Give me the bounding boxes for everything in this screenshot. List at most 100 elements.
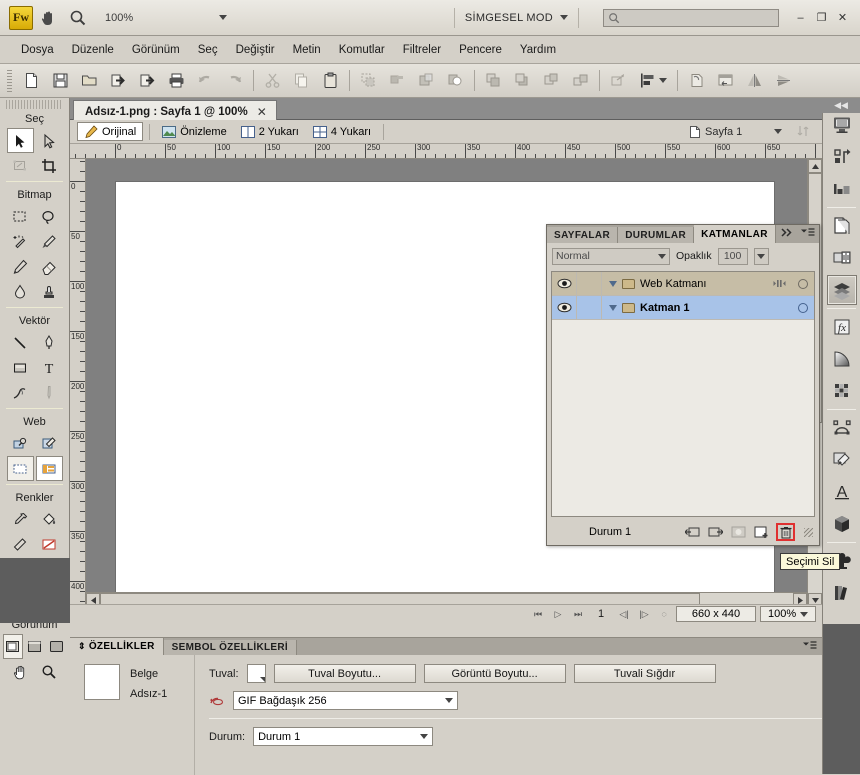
layer-lock-toggle[interactable] (577, 272, 602, 295)
auto-shapes-icon[interactable] (827, 445, 857, 475)
iconic-mode-button[interactable]: SİMGESEL MOD (465, 12, 568, 24)
union-icon[interactable] (354, 68, 383, 94)
first-frame-button[interactable]: ⏮ (530, 607, 546, 622)
tab-original[interactable]: Orijinal (77, 122, 144, 141)
align-icon[interactable] (633, 68, 673, 94)
toolbar-grip[interactable] (7, 69, 12, 92)
ungroup-icon[interactable] (566, 68, 595, 94)
delete-selection-icon[interactable] (776, 523, 795, 541)
new-layer-icon[interactable] (753, 525, 770, 540)
new-bitmap-image-icon[interactable] (707, 525, 724, 540)
paint-bucket-tool[interactable] (36, 507, 63, 532)
search-input[interactable] (603, 8, 779, 27)
canvas-size-button[interactable]: Tuval Boyutu... (273, 664, 416, 683)
distribute-icon[interactable] (711, 68, 740, 94)
expand-triangle-icon[interactable] (609, 280, 617, 287)
panel-resize-handle[interactable] (804, 527, 813, 537)
paste-icon[interactable] (316, 68, 345, 94)
pen-tool[interactable] (36, 330, 63, 355)
crop-tool[interactable] (36, 153, 63, 178)
document-library-icon[interactable] (827, 174, 857, 204)
rotate-icon[interactable] (682, 68, 711, 94)
layer-visibility-toggle[interactable] (552, 272, 577, 295)
close-icon[interactable]: ✕ (257, 105, 267, 119)
styles-panel-icon[interactable]: fx (827, 312, 857, 342)
join-icon[interactable] (604, 68, 633, 94)
loop-button[interactable]: ◌ (656, 607, 672, 622)
menu-item-sec[interactable]: Seç (189, 41, 227, 59)
menu-item-dosya[interactable]: Dosya (12, 41, 63, 59)
panel-menu-icon[interactable] (803, 641, 817, 653)
layer-select-circle[interactable] (792, 278, 814, 289)
layers-panel-icon[interactable] (827, 275, 857, 305)
eraser-tool[interactable] (36, 254, 63, 279)
lasso-tool[interactable] (36, 204, 63, 229)
magic-wand-tool[interactable] (7, 229, 34, 254)
prev-frame-button[interactable]: ◁| (616, 607, 632, 622)
image-size-button[interactable]: Görüntü Boyutu... (423, 664, 566, 683)
layer-lock-toggle[interactable] (577, 296, 602, 319)
standard-screen-icon[interactable] (2, 634, 23, 659)
tools-panel-grip[interactable] (6, 100, 63, 109)
new-sub-layer-icon[interactable] (684, 525, 701, 540)
full-screen-menu-icon[interactable] (25, 634, 45, 659)
pointer-tool[interactable] (6, 128, 34, 153)
align-panel-icon[interactable] (827, 142, 857, 172)
gradient-panel-icon[interactable] (827, 344, 857, 374)
flip-vertical-icon[interactable] (769, 68, 798, 94)
open-icon[interactable] (75, 68, 104, 94)
stroke-color-tool[interactable] (7, 532, 34, 557)
slice-tool[interactable] (36, 431, 63, 456)
import-icon[interactable] (104, 68, 133, 94)
knife-tool[interactable] (36, 380, 63, 405)
send-back-icon[interactable] (508, 68, 537, 94)
bring-front-icon[interactable] (479, 68, 508, 94)
brush-tool[interactable] (36, 229, 63, 254)
group-icon[interactable] (537, 68, 566, 94)
print-icon[interactable] (162, 68, 191, 94)
fit-canvas-button[interactable]: Tuvali Sığdır (573, 664, 716, 683)
tab-ozellikler[interactable]: ⇕ ÖZELLİKLER (70, 638, 164, 655)
document-tab[interactable]: Adsız-1.png : Sayfa 1 @ 100% ✕ (73, 100, 277, 120)
crop-icon[interactable] (441, 68, 470, 94)
state-select[interactable]: Durum 1 (253, 727, 434, 746)
rectangle-tool[interactable] (7, 355, 34, 380)
save-icon[interactable] (46, 68, 75, 94)
scroll-up-button[interactable] (808, 159, 822, 173)
tab-2up[interactable]: 2 Yukarı (235, 122, 305, 141)
last-frame-button[interactable]: ⏭ (570, 607, 586, 622)
hide-slices-tool[interactable] (6, 456, 34, 481)
maximize-button[interactable]: ❐ (812, 9, 831, 26)
zoom-selector[interactable]: 100% (760, 606, 816, 622)
fill-color-tool[interactable] (36, 532, 63, 557)
expand-triangle-icon[interactable] (609, 304, 617, 311)
menu-item-pencere[interactable]: Pencere (450, 41, 511, 59)
flip-horizontal-icon[interactable] (740, 68, 769, 94)
table-row[interactable]: Katman 1 (552, 296, 814, 320)
swatches-panel-icon[interactable] (827, 376, 857, 406)
chevrons-right-icon[interactable] (781, 228, 793, 240)
dock-collapse-button[interactable]: ◀◀ (822, 98, 860, 113)
show-slices-tool[interactable] (35, 456, 63, 481)
export-icon[interactable] (133, 68, 162, 94)
blur-tool[interactable] (7, 279, 34, 304)
intersect-icon[interactable] (383, 68, 412, 94)
play-button[interactable]: ▷ (550, 607, 566, 622)
redo-icon[interactable] (220, 68, 249, 94)
pencil-tool[interactable] (7, 254, 34, 279)
menu-item-yardim[interactable]: Yardım (511, 41, 565, 59)
add-mask-icon[interactable] (730, 525, 747, 540)
page-up-down-icon[interactable] (796, 124, 814, 141)
menu-item-komutlar[interactable]: Komutlar (330, 41, 394, 59)
text-panel-icon[interactable]: A (827, 477, 857, 507)
line-tool[interactable] (7, 330, 34, 355)
table-row[interactable]: Web Katmanı (552, 272, 814, 296)
next-frame-button[interactable]: |▷ (636, 607, 652, 622)
page-selector[interactable]: Sayfa 1 (686, 122, 786, 141)
subselect-tool[interactable] (36, 128, 63, 153)
opacity-slider-button[interactable] (753, 247, 769, 265)
menu-item-gorunum[interactable]: Görünüm (123, 41, 189, 59)
full-screen-icon[interactable] (47, 634, 67, 659)
menu-item-metin[interactable]: Metin (284, 41, 330, 59)
export-format-select[interactable]: GIF Bağdaşık 256 (233, 691, 458, 710)
